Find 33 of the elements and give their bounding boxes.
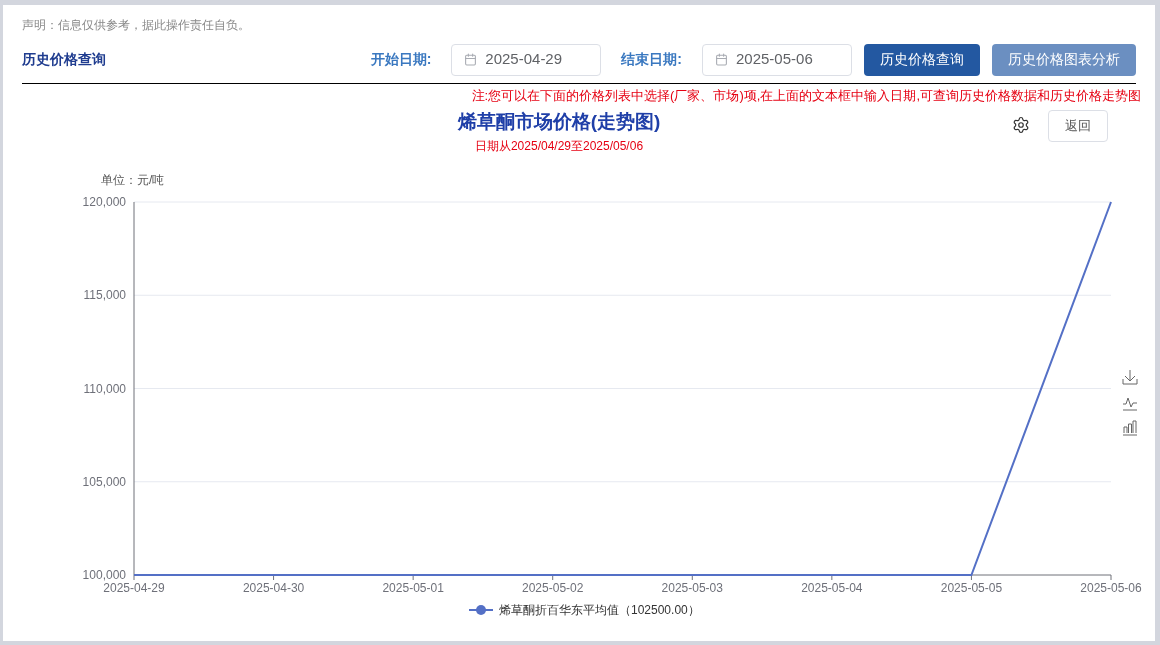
x-tick-label: 2025-05-01 bbox=[382, 581, 444, 595]
end-date-label: 结束日期: bbox=[621, 50, 682, 69]
x-tick-label: 2025-04-29 bbox=[103, 581, 165, 595]
y-tick-label: 110,000 bbox=[83, 381, 126, 396]
disclaimer-text: 声明：信息仅供参考，据此操作责任自负。 bbox=[22, 17, 251, 33]
back-button[interactable]: 返回 bbox=[1048, 110, 1108, 142]
y-tick-label: 120,000 bbox=[82, 195, 126, 209]
y-axis-unit: 单位：元/吨 bbox=[101, 173, 165, 187]
bar-chart-icon[interactable] bbox=[1122, 420, 1138, 436]
settings-icon[interactable] bbox=[1012, 116, 1030, 134]
calendar-icon bbox=[464, 53, 478, 66]
x-tick-label: 2025-05-06 bbox=[1080, 581, 1142, 595]
y-tick-label: 115,000 bbox=[83, 288, 126, 303]
download-icon[interactable] bbox=[1122, 369, 1138, 385]
x-tick-label: 2025-05-05 bbox=[940, 581, 1003, 595]
date-field[interactable]: 2025-04-29 bbox=[451, 43, 602, 76]
calendar-icon bbox=[715, 53, 728, 66]
chart-subtitle: 日期从2025/04/29至2025/05/06 bbox=[474, 138, 644, 155]
start-date-label: 开始日期: bbox=[370, 50, 432, 69]
query-button[interactable]: 历史价格查询 bbox=[864, 43, 980, 76]
legend-line-icon[interactable] bbox=[468, 605, 494, 615]
notice-text: 注:您可以在下面的价格列表中选择(厂家、市场)项,在上面的文本框中输入日期,可查询历史价格数据和历史价格走势图 bbox=[470, 88, 1141, 104]
line-chart-icon[interactable] bbox=[1122, 397, 1138, 411]
x-tick-label: 2025-05-02 bbox=[522, 581, 584, 595]
x-tick-label: 2025-05-04 bbox=[801, 581, 863, 595]
x-tick-label: 2025-05-03 bbox=[661, 581, 723, 595]
y-tick-label: 100,000 bbox=[82, 568, 126, 582]
page-title: 历史价格查询 bbox=[22, 50, 106, 69]
y-tick-label: 105,000 bbox=[82, 474, 126, 489]
chart-title: 烯草酮市场价格(走势图) bbox=[457, 110, 661, 134]
x-tick-label: 2025-04-30 bbox=[242, 581, 305, 595]
legend-label[interactable]: 烯草酮折百华东平均值（102500.00） bbox=[499, 603, 700, 617]
date-field[interactable]: 2025-05-06 bbox=[702, 43, 852, 76]
